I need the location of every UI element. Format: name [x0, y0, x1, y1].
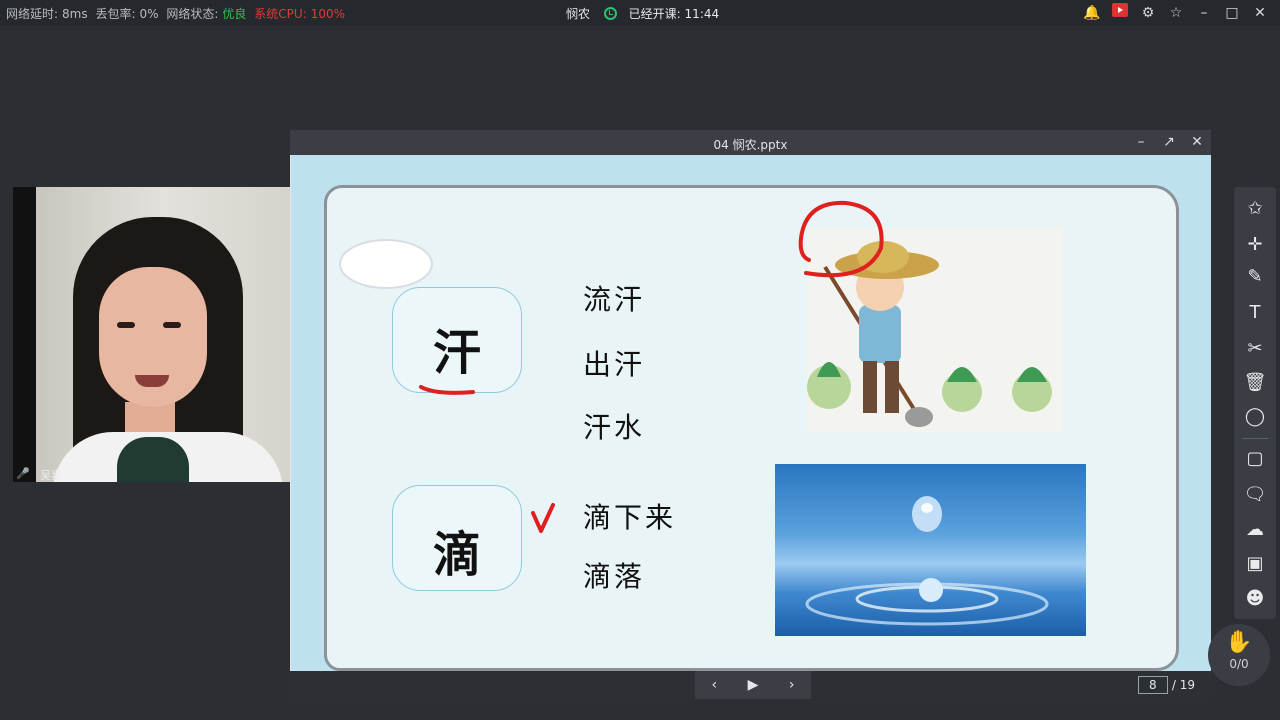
move-icon[interactable]: ✛	[1234, 227, 1276, 263]
document-titlebar: 04 悯农.pptx – ↗ ✕	[290, 130, 1211, 155]
loss-label: 丢包率:	[95, 7, 136, 21]
latency-label: 网络延时:	[6, 7, 59, 21]
net-value: 优良	[222, 7, 247, 21]
restore-icon[interactable]: □	[1222, 3, 1242, 23]
network-status: 网络延时: 8ms 丢包率: 0% 网络状态: 优良 系统CPU: 100%	[6, 5, 349, 22]
toolbox-icon[interactable]: ▣	[1234, 546, 1276, 582]
slide-canvas[interactable]: 汗 流汗 出汗 汗水 滴 滴下来 滴落	[291, 155, 1211, 671]
prev-slide-button[interactable]: ‹	[695, 671, 734, 699]
teaching-toolbar: ✩ ✛ ✎ T ✂ 🗑 ◯ ▢ 🗨 ☁ ▣ ☻	[1234, 187, 1276, 619]
hand-icon: ✋	[1225, 630, 1253, 655]
pin-icon[interactable]: ☆	[1166, 3, 1186, 23]
whiteboard-icon[interactable]: ▢	[1234, 441, 1276, 477]
top-status-bar: 网络延时: 8ms 丢包率: 0% 网络状态: 优良 系统CPU: 100% 悯农 已经…	[0, 0, 1280, 26]
elapsed-label: 已经开课:	[628, 7, 681, 21]
delete-icon[interactable]: 🗑	[1234, 365, 1276, 401]
document-title: 04 悯农.pptx	[713, 138, 788, 152]
settings-icon[interactable]: ⚙	[1138, 3, 1158, 23]
cpu-label: 系统CPU:	[254, 7, 307, 21]
laser-pointer-icon[interactable]: ✩	[1234, 191, 1276, 227]
next-slide-button[interactable]: ›	[772, 671, 811, 699]
video-shirt	[117, 437, 189, 482]
play-button[interactable]: ▶	[734, 671, 773, 699]
video-eye	[163, 322, 181, 328]
ink-annotations	[419, 200, 884, 533]
pen-icon[interactable]: ✎	[1234, 259, 1276, 295]
page-indicator: 8/ 19	[1137, 676, 1195, 694]
bell-icon[interactable]: 🔔	[1082, 3, 1102, 23]
loss-value: 0%	[139, 7, 159, 21]
doc-minimize-icon[interactable]: –	[1133, 133, 1149, 151]
course-title: 悯农	[566, 7, 591, 21]
toolbar-divider	[1242, 438, 1268, 439]
latency-value: 8ms	[62, 7, 88, 21]
raise-hand-button[interactable]: ✋ 0/0	[1208, 624, 1270, 686]
net-label: 网络状态:	[166, 7, 219, 21]
cpu-value: 100%	[310, 7, 346, 21]
shapes-icon[interactable]: ◯	[1234, 399, 1276, 435]
doc-close-icon[interactable]: ✕	[1189, 133, 1205, 151]
minimize-icon[interactable]: –	[1194, 3, 1214, 23]
page-number-input[interactable]: 8	[1137, 676, 1168, 694]
page-total: / 19	[1171, 678, 1195, 692]
clock-icon	[603, 7, 617, 20]
students-icon[interactable]: ☻	[1234, 581, 1276, 617]
record-icon[interactable]	[1110, 3, 1130, 23]
document-window: 04 悯农.pptx – ↗ ✕ 汗 流汗 出汗 汗水 滴 滴下来 滴落 ‹ ▶…	[290, 130, 1211, 699]
teacher-video[interactable]: 🎤 吴嘉	[13, 187, 291, 482]
text-icon[interactable]: T	[1234, 295, 1276, 331]
session-info: 悯农 已经开课: 11:44	[566, 5, 719, 22]
scissors-icon[interactable]: ✂	[1234, 331, 1276, 367]
video-eye	[117, 322, 135, 328]
mic-muted-icon[interactable]: 🎤	[16, 467, 30, 480]
participant-name: 吴嘉	[40, 469, 62, 482]
elapsed-value: 11:44	[684, 7, 720, 21]
raise-hand-count: 0/0	[1229, 657, 1249, 671]
chat-icon[interactable]: 🗨	[1234, 477, 1276, 513]
slide-navigation: ‹ ▶ › 8/ 19	[290, 671, 1211, 699]
doc-fullscreen-icon[interactable]: ↗	[1161, 133, 1177, 151]
cloud-icon[interactable]: ☁	[1234, 512, 1276, 548]
close-icon[interactable]: ✕	[1250, 3, 1270, 23]
